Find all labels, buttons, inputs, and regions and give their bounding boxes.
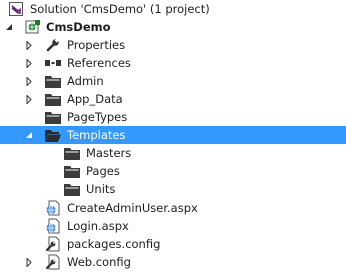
solution-label: Solution 'CmsDemo' (1 project) [30, 2, 210, 16]
chevron-down-icon[interactable] [3, 18, 15, 36]
item-label: References [67, 56, 131, 70]
tree-row-app-data[interactable]: App_Data [0, 90, 346, 108]
chevron-right-icon[interactable] [23, 253, 35, 271]
item-label: Admin [67, 74, 104, 88]
item-label: Templates [67, 128, 126, 142]
item-label: Properties [67, 38, 126, 52]
item-label: Units [86, 182, 116, 196]
chevron-right-icon[interactable] [23, 90, 35, 108]
tree-row-login[interactable]: Login.aspx [0, 217, 346, 235]
tree-row-templates[interactable]: Templates [0, 126, 346, 144]
tree-row-references[interactable]: References [0, 54, 346, 72]
tree-row-pagetypes[interactable]: PageTypes [0, 108, 346, 126]
globe-page-icon [45, 200, 61, 216]
solution-explorer-tree: Solution 'CmsDemo' (1 project) CmsDemo P… [0, 0, 346, 273]
item-label: PageTypes [67, 110, 128, 124]
item-label: App_Data [67, 92, 123, 106]
folder-icon [64, 181, 80, 197]
item-label: packages.config [67, 237, 161, 251]
config-file-icon [45, 254, 61, 270]
folder-icon [64, 163, 80, 179]
item-label: CreateAdminUser.aspx [67, 201, 198, 215]
tree-row-web-config[interactable]: Web.config [0, 253, 346, 271]
tree-row-solution[interactable]: Solution 'CmsDemo' (1 project) [0, 0, 346, 18]
project-label: CmsDemo [46, 20, 111, 34]
tree-row-admin[interactable]: Admin [0, 72, 346, 90]
globe-page-icon [45, 218, 61, 234]
tree-row-units[interactable]: Units [0, 180, 346, 198]
chevron-right-icon[interactable] [23, 54, 35, 72]
folder-icon [64, 145, 80, 161]
tree-row-create-admin-user[interactable]: CreateAdminUser.aspx [0, 199, 346, 217]
config-file-icon [45, 236, 61, 252]
tree-row-properties[interactable]: Properties [0, 36, 346, 54]
folder-open-icon [45, 127, 61, 143]
tree-row-masters[interactable]: Masters [0, 144, 346, 162]
references-icon [45, 55, 61, 71]
chevron-down-icon[interactable] [23, 126, 35, 144]
folder-icon [45, 109, 61, 125]
tree-row-pages[interactable]: Pages [0, 162, 346, 180]
item-label: Login.aspx [67, 219, 129, 233]
wrench-icon [45, 37, 61, 53]
folder-icon [45, 73, 61, 89]
tree-row-packages-config[interactable]: packages.config [0, 235, 346, 253]
folder-icon [45, 91, 61, 107]
visual-studio-solution-icon [8, 1, 24, 17]
item-label: Pages [86, 164, 120, 178]
csharp-web-project-icon [25, 19, 41, 35]
item-label: Web.config [67, 255, 131, 269]
tree-row-project[interactable]: CmsDemo [0, 18, 346, 36]
chevron-right-icon[interactable] [23, 72, 35, 90]
item-label: Masters [86, 146, 132, 160]
chevron-right-icon[interactable] [23, 36, 35, 54]
